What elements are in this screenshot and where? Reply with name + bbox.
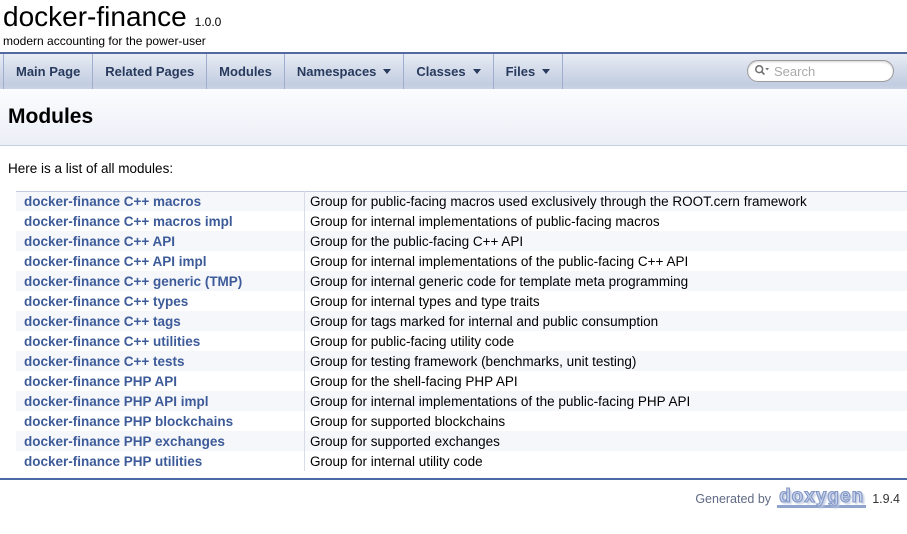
footer: Generated by doxygen 1.9.4 [0, 480, 907, 508]
tab-related-pages[interactable]: Related Pages [93, 54, 207, 89]
module-desc: Group for internal generic code for temp… [305, 271, 907, 291]
module-desc: Group for internal types and type traits [305, 291, 907, 311]
module-desc: Group for internal implementations of th… [305, 251, 907, 271]
table-row: docker-finance C++ generic (TMP) Group f… [16, 271, 907, 291]
search-input[interactable] [774, 64, 887, 79]
search-icon[interactable] [754, 64, 770, 78]
modules-table: docker-finance C++ macros Group for publ… [16, 191, 907, 472]
tab-modules[interactable]: Modules [207, 54, 285, 89]
table-row: docker-finance C++ tags Group for tags m… [16, 311, 907, 331]
module-link[interactable]: docker-finance PHP API [24, 374, 177, 389]
module-desc: Group for tags marked for internal and p… [305, 311, 907, 331]
table-row: docker-finance PHP API Group for the she… [16, 371, 907, 391]
table-row: docker-finance PHP exchanges Group for s… [16, 431, 907, 451]
tab-classes-label: Classes [416, 64, 465, 79]
module-desc: Group for internal implementations of th… [305, 391, 907, 411]
tab-modules-label: Modules [219, 64, 272, 79]
module-desc: Group for public-facing macros used excl… [305, 191, 907, 211]
module-link[interactable]: docker-finance C++ tests [24, 354, 185, 369]
table-row: docker-finance C++ types Group for inter… [16, 291, 907, 311]
chevron-down-icon [383, 69, 391, 74]
intro-text: Here is a list of all modules: [8, 161, 907, 176]
project-name: docker-finance 1.0.0 [3, 2, 907, 33]
module-desc: Group for the public-facing C++ API [305, 231, 907, 251]
module-link[interactable]: docker-finance PHP exchanges [24, 434, 225, 449]
module-link[interactable]: docker-finance C++ types [24, 294, 188, 309]
module-link[interactable]: docker-finance C++ API impl [24, 254, 207, 269]
tab-files-label: Files [506, 64, 536, 79]
module-link[interactable]: docker-finance PHP blockchains [24, 414, 233, 429]
module-desc: Group for public-facing utility code [305, 331, 907, 351]
title-area: docker-finance 1.0.0 modern accounting fo… [0, 0, 907, 48]
chevron-down-icon [473, 69, 481, 74]
module-link[interactable]: docker-finance C++ macros impl [24, 214, 233, 229]
module-link[interactable]: docker-finance PHP API impl [24, 394, 209, 409]
table-row: docker-finance PHP blockchains Group for… [16, 411, 907, 431]
tab-namespaces[interactable]: Namespaces [285, 54, 405, 89]
project-brief: modern accounting for the power-user [3, 34, 907, 48]
module-link[interactable]: docker-finance C++ tags [24, 314, 181, 329]
tab-files[interactable]: Files [494, 54, 564, 89]
table-row: docker-finance C++ API Group for the pub… [16, 231, 907, 251]
generated-by-text: Generated by [695, 492, 771, 506]
main-nav-bar: Main Page Related Pages Modules Namespac… [0, 52, 907, 89]
chevron-down-icon [542, 69, 550, 74]
table-row: docker-finance C++ macros Group for publ… [16, 191, 907, 211]
module-link[interactable]: docker-finance C++ macros [24, 194, 201, 209]
tab-classes[interactable]: Classes [404, 54, 493, 89]
tab-namespaces-label: Namespaces [297, 64, 377, 79]
module-link[interactable]: docker-finance C++ API [24, 234, 175, 249]
module-desc: Group for internal utility code [305, 451, 907, 471]
tab-related-pages-label: Related Pages [105, 64, 194, 79]
module-link[interactable]: docker-finance PHP utilities [24, 454, 202, 469]
tab-main-page-label: Main Page [16, 64, 80, 79]
search-container [747, 60, 894, 82]
table-row: docker-finance C++ macros impl Group for… [16, 211, 907, 231]
table-row: docker-finance PHP utilities Group for i… [16, 451, 907, 471]
table-row: docker-finance C++ tests Group for testi… [16, 351, 907, 371]
doxygen-logo[interactable]: doxygen [777, 489, 866, 508]
module-link[interactable]: docker-finance C++ utilities [24, 334, 200, 349]
project-version: 1.0.0 [195, 15, 222, 29]
page-title: Modules [8, 105, 907, 129]
table-row: docker-finance C++ utilities Group for p… [16, 331, 907, 351]
table-row: docker-finance PHP API impl Group for in… [16, 391, 907, 411]
contents: Here is a list of all modules: docker-fi… [0, 161, 907, 472]
module-desc: Group for supported exchanges [305, 431, 907, 451]
doxygen-version: 1.9.4 [872, 492, 900, 506]
tab-main-page[interactable]: Main Page [3, 54, 93, 89]
module-desc: Group for supported blockchains [305, 411, 907, 431]
module-desc: Group for internal implementations of pu… [305, 211, 907, 231]
module-desc: Group for testing framework (benchmarks,… [305, 351, 907, 371]
search-box[interactable] [747, 60, 894, 82]
project-name-text: docker-finance [3, 1, 187, 32]
table-row: docker-finance C++ API impl Group for in… [16, 251, 907, 271]
module-desc: Group for the shell-facing PHP API [305, 371, 907, 391]
page-header: Modules [0, 89, 907, 146]
module-link[interactable]: docker-finance C++ generic (TMP) [24, 274, 242, 289]
